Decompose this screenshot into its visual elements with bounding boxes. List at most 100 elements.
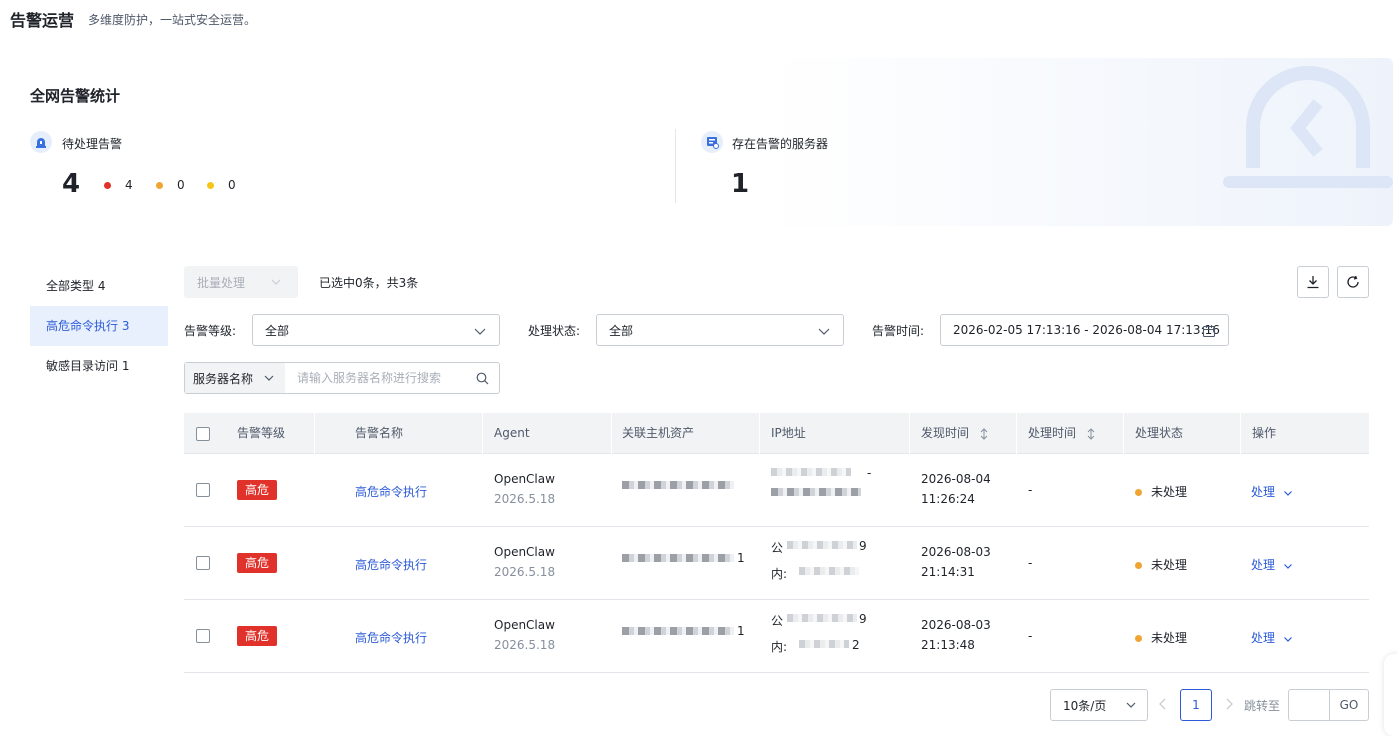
table-row: 高危 高危命令执行 OpenClaw 2026.5.18 1 公 9 内: 20… [184, 527, 1369, 600]
process-action-dropdown[interactable]: 处理 [1251, 629, 1293, 646]
jump-page-input[interactable] [1289, 690, 1330, 720]
process-action-dropdown[interactable]: 处理 [1251, 556, 1293, 573]
status-text: 未处理 [1151, 485, 1188, 499]
select-all-checkbox[interactable] [196, 427, 210, 441]
status-text: 未处理 [1151, 631, 1188, 645]
batch-process-button[interactable]: 批量处理 [184, 266, 298, 298]
ip-line-prefix: 内: [771, 640, 788, 654]
process-action-label: 处理 [1251, 558, 1276, 572]
refresh-button[interactable] [1337, 266, 1369, 298]
masked-ip [787, 614, 857, 622]
handled-time: - [1028, 629, 1033, 643]
agent-version: 2026.5.18 [494, 565, 556, 579]
agent-name: OpenClaw [494, 545, 555, 559]
level-medium-count: 0 [207, 178, 236, 192]
level-critical-count: 4 [104, 178, 133, 192]
alert-time-label: 告警时间: [872, 324, 925, 338]
status-dot-icon [1135, 489, 1142, 496]
alert-name-link[interactable]: 高危命令执行 [355, 483, 427, 500]
pending-alerts-label: 待处理告警 [62, 137, 123, 151]
ip-line-prefix: 公 [771, 541, 784, 555]
column-divider [909, 413, 910, 454]
ip-line-private [771, 484, 871, 504]
masked-asset [622, 627, 734, 635]
column-header-agent: Agent [494, 426, 530, 440]
chevron-down-icon [1283, 636, 1292, 642]
asset-suffix: 1 [737, 624, 745, 638]
alert-time-range-picker[interactable]: 2026-02-05 17:13:16 - 2026-08-04 17:13:1… [940, 314, 1229, 346]
ip-line-suffix: - [867, 466, 872, 480]
ip-line-suffix: 9 [859, 539, 867, 553]
search-type-select[interactable]: 服务器名称 [185, 363, 285, 393]
page-title: 告警运营 [10, 11, 75, 30]
level-high-value: 0 [177, 178, 185, 192]
stats-divider [675, 129, 676, 203]
alert-name-link[interactable]: 高危命令执行 [355, 556, 427, 573]
column-divider [611, 413, 612, 454]
alert-name-link[interactable]: 高危命令执行 [355, 629, 427, 646]
table-row: 高危 高危命令执行 OpenClaw 2026.5.18 - 2026-08-0… [184, 454, 1369, 527]
floating-side-panel[interactable] [1384, 654, 1397, 736]
page-size-value: 10条/页 [1063, 698, 1107, 713]
ip-line-public: - [771, 464, 871, 484]
ip-line-private: 内: 2 [771, 636, 871, 656]
row-checkbox[interactable] [196, 629, 210, 643]
page-number-current[interactable]: 1 [1180, 689, 1212, 721]
server-icon [701, 131, 723, 153]
batch-process-label: 批量处理 [197, 275, 246, 290]
handled-time: - [1028, 556, 1033, 570]
calendar-icon [1202, 325, 1216, 338]
column-divider [1240, 413, 1241, 454]
sort-icon[interactable] [979, 427, 989, 440]
alert-time-range-value: 2026-02-05 17:13:16 - 2026-08-04 17:13:1… [953, 323, 1220, 337]
search-type-value: 服务器名称 [193, 371, 254, 386]
next-page-icon[interactable] [1224, 697, 1234, 711]
sort-icon[interactable] [1086, 427, 1096, 440]
sidebar-item-sensitive-dir[interactable]: 敏感目录访问 1 [30, 346, 168, 386]
ip-line-private: 内: [771, 563, 871, 583]
row-checkbox[interactable] [196, 483, 210, 497]
level-badge: 高危 [237, 480, 277, 500]
status-dot-icon [1135, 562, 1142, 569]
level-badge: 高危 [237, 626, 277, 646]
agent-version: 2026.5.18 [494, 638, 556, 652]
sidebar-item-high-risk-command[interactable]: 高危命令执行 3 [30, 306, 168, 346]
column-divider [1016, 413, 1017, 454]
page-size-select[interactable]: 10条/页 [1050, 689, 1148, 721]
search-input[interactable] [285, 363, 465, 393]
status-text: 未处理 [1151, 558, 1188, 572]
chevron-down-icon [818, 328, 830, 335]
pending-alerts-total: 4 [62, 169, 81, 199]
download-icon [1307, 276, 1319, 289]
column-divider [314, 413, 315, 454]
handled-time: - [1028, 483, 1033, 497]
alarm-icon [30, 131, 52, 153]
masked-ip [799, 567, 859, 575]
masked-asset [622, 481, 734, 489]
go-button[interactable]: GO [1330, 690, 1368, 720]
agent-name: OpenClaw [494, 618, 555, 632]
column-header-found-time[interactable]: 发现时间 [921, 413, 989, 454]
prev-page-icon[interactable] [1158, 697, 1168, 711]
selection-count: 已选中0条，共3条 [319, 276, 419, 290]
download-button[interactable] [1297, 266, 1329, 298]
found-time: 21:14:31 [921, 565, 975, 579]
level-critical-value: 4 [125, 178, 133, 192]
process-action-dropdown[interactable]: 处理 [1251, 483, 1293, 500]
masked-ip [771, 468, 851, 476]
alert-level-select[interactable]: 全部 [252, 314, 500, 346]
process-status-value: 全部 [609, 323, 634, 338]
status-badge: 未处理 [1135, 556, 1187, 573]
ip-line-prefix: 公 [771, 614, 784, 628]
table-row: 高危 高危命令执行 OpenClaw 2026.5.18 1 公 9 内: 2 … [184, 600, 1369, 673]
found-date: 2026-08-04 [921, 472, 991, 486]
process-status-select[interactable]: 全部 [596, 314, 844, 346]
stats-title: 全网告警统计 [30, 87, 121, 105]
column-header-ip: IP地址 [771, 426, 806, 440]
column-header-handled-time[interactable]: 处理时间 [1028, 413, 1096, 454]
search-icon[interactable] [465, 363, 499, 393]
ip-line-suffix: 9 [859, 612, 867, 626]
servers-with-alerts-label: 存在告警的服务器 [732, 137, 829, 151]
row-checkbox[interactable] [196, 556, 210, 570]
sidebar-item-all-types[interactable]: 全部类型 4 [30, 266, 168, 306]
